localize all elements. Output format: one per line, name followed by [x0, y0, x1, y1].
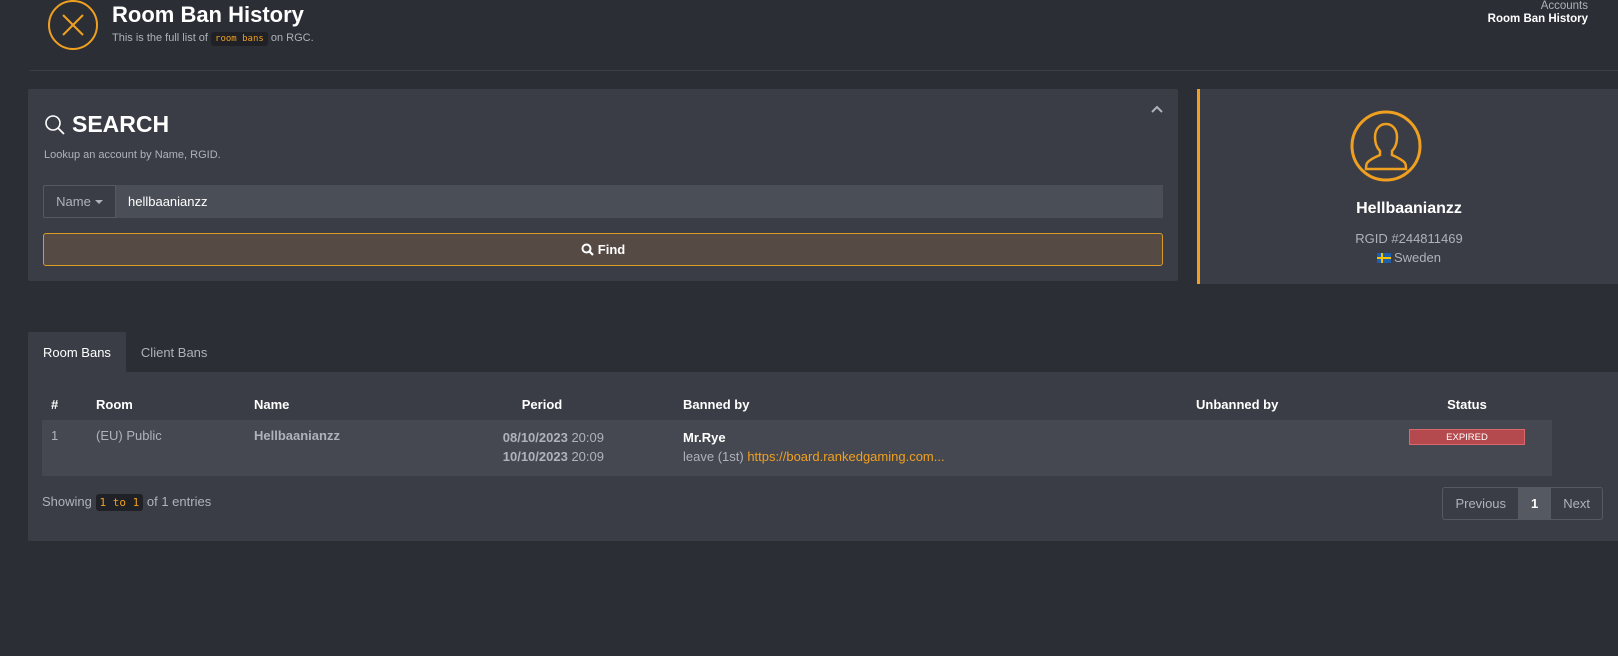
search-title: SEARCH	[44, 111, 169, 138]
subtitle-prefix: This is the full list of	[112, 32, 208, 44]
status-badge: EXPIRED	[1409, 429, 1525, 445]
column-header-status: Status	[1447, 396, 1487, 412]
profile-name: Hellbaanianzz	[1356, 200, 1462, 217]
start-time: 20:09	[571, 430, 604, 445]
end-time: 20:09	[571, 449, 604, 464]
row-room: (EU) Public	[87, 420, 245, 476]
search-type-dropdown[interactable]: Name	[43, 185, 116, 218]
table-header-row: # Room Name Period Banned by Unbanned by…	[42, 388, 1552, 420]
tab-room-bans[interactable]: Room Bans	[28, 332, 126, 372]
search-group: Name	[43, 185, 1163, 218]
avatar-icon	[1350, 110, 1422, 182]
row-index: 1	[42, 420, 87, 476]
subtitle-code: room bans	[211, 32, 268, 46]
find-button-label: Find	[597, 242, 626, 257]
search-panel: SEARCH Lookup an account by Name, RGID. …	[28, 89, 1178, 281]
showing-range: 1 to 1	[95, 494, 144, 511]
start-date: 08/10/2023	[502, 430, 568, 445]
column-header-banned-by: Banned by	[683, 396, 750, 412]
showing-suffix: of 1 entries	[146, 494, 212, 509]
sweden-flag-icon	[1377, 252, 1391, 263]
search-type-label: Name	[56, 194, 91, 209]
column-header-unbanned-by: Unbanned by	[1196, 396, 1279, 412]
search-title-text: SEARCH	[72, 111, 170, 137]
search-description: Lookup an account by Name, RGID.	[44, 149, 221, 161]
period-start: 08/10/2023 20:09	[419, 428, 604, 447]
profile-rgid: RGID #244811469	[1355, 231, 1463, 246]
search-icon	[581, 243, 594, 256]
profile-country-label: Sweden	[1394, 250, 1441, 265]
column-header-name: Name	[254, 396, 290, 412]
next-page-button[interactable]: Next	[1551, 488, 1602, 519]
showing-entries: Showing 1 to 1 of 1 entries	[42, 494, 212, 511]
subtitle-suffix: on RGC.	[270, 32, 314, 44]
close-circle-icon	[48, 0, 98, 50]
table-panel: # Room Name Period Banned by Unbanned by…	[28, 372, 1618, 541]
row-unbanned-by	[1187, 420, 1382, 476]
ban-reason-link[interactable]: https://board.rankedgaming.com...	[747, 449, 944, 464]
table-row: 1 (EU) Public Hellbaanianzz 08/10/2023 2…	[42, 420, 1552, 476]
showing-prefix: Showing	[42, 494, 92, 509]
pagination: Previous 1 Next	[1442, 487, 1603, 520]
profile-country: Sweden	[1200, 250, 1618, 265]
breadcrumb: Accounts Room Ban History	[1488, 0, 1588, 25]
row-name[interactable]: Hellbaanianzz	[245, 420, 410, 476]
row-status: EXPIRED	[1382, 420, 1552, 476]
bans-table: # Room Name Period Banned by Unbanned by…	[42, 388, 1552, 476]
period-end: 10/10/2023 20:09	[419, 447, 604, 466]
breadcrumb-accounts[interactable]: Accounts	[1488, 0, 1588, 12]
search-input[interactable]	[116, 185, 1163, 218]
banned-by-name[interactable]: Mr.Rye	[683, 428, 1178, 447]
page-header: Room Ban History This is the full list o…	[30, 0, 1618, 71]
page-1-button[interactable]: 1	[1518, 488, 1552, 519]
search-icon	[45, 114, 65, 135]
tab-bar: Room Bans Client Bans	[28, 332, 222, 372]
row-banned-by: Mr.Rye leave (1st) https://board.rankedg…	[674, 420, 1187, 476]
previous-page-button[interactable]: Previous	[1443, 488, 1518, 519]
find-button[interactable]: Find	[43, 233, 1163, 266]
profile-panel: Hellbaanianzz RGID #244811469 Sweden	[1197, 89, 1618, 284]
chevron-up-icon[interactable]	[1150, 103, 1164, 115]
column-header-room: Room	[96, 396, 133, 412]
ban-reason-text: leave (1st)	[683, 449, 744, 464]
column-header-period: Period	[521, 396, 563, 412]
column-header-index: #	[51, 396, 59, 412]
page-title: Room Ban History	[112, 2, 304, 27]
page-subtitle: This is the full list of room bans on RG…	[112, 32, 314, 46]
caret-down-icon	[94, 199, 103, 204]
breadcrumb-current: Room Ban History	[1487, 13, 1588, 25]
ban-reason: leave (1st) https://board.rankedgaming.c…	[683, 447, 1178, 466]
end-date: 10/10/2023	[502, 449, 568, 464]
tab-client-bans[interactable]: Client Bans	[126, 332, 222, 372]
row-period: 08/10/2023 20:09 10/10/2023 20:09	[410, 420, 674, 476]
